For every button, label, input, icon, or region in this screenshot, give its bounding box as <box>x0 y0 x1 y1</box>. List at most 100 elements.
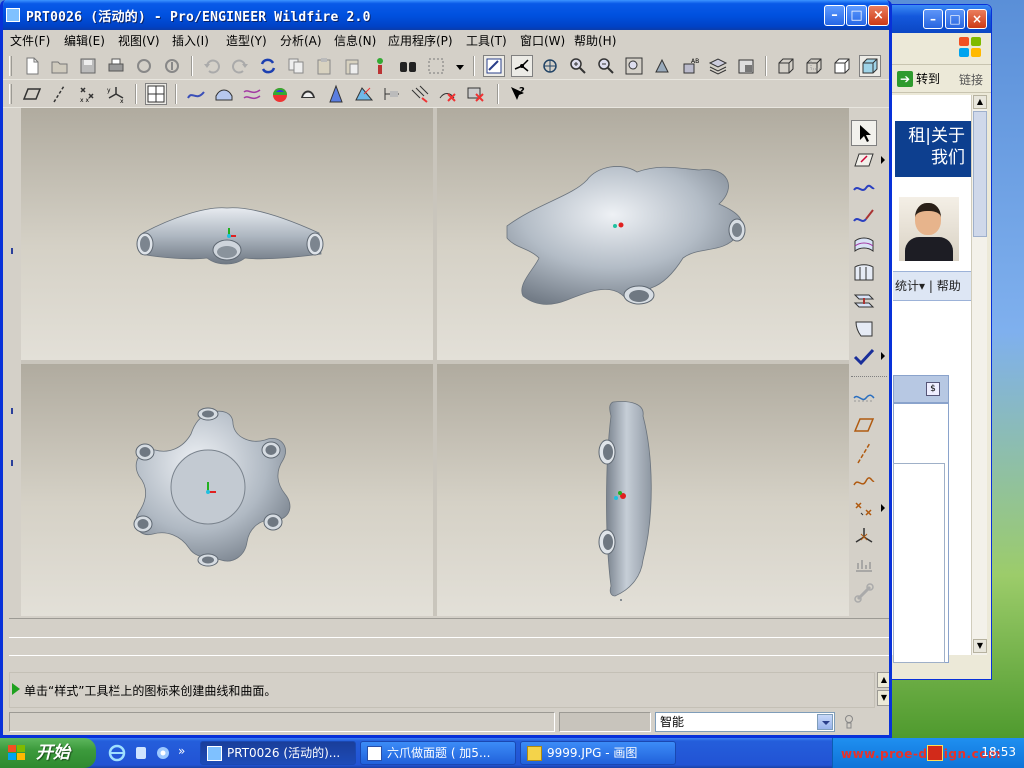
sketch-icon[interactable] <box>851 468 877 494</box>
menu-file[interactable]: 文件(F) <box>10 32 50 49</box>
select-arrow-icon[interactable] <box>851 120 877 146</box>
close-icon[interactable]: × <box>967 9 987 29</box>
link-icon[interactable] <box>851 580 877 606</box>
connect-icon[interactable] <box>851 288 877 314</box>
select-dropdown-icon[interactable] <box>449 55 464 77</box>
task-paint[interactable]: 9999.JPG - 画图 <box>520 741 676 765</box>
model-right-view[interactable] <box>437 364 849 616</box>
delete-icon[interactable] <box>437 83 459 105</box>
viewport-right[interactable] <box>437 364 849 616</box>
csys-icon[interactable] <box>851 524 877 550</box>
task-word[interactable]: 六爪做面题 ( 加5... <box>360 741 516 765</box>
print-icon[interactable] <box>105 55 127 77</box>
background-browser-window[interactable]: – □ × ➔ 转到 链接 租|关于 我们 统计▾ | 帮助 $ ▲ ▼ <box>880 4 992 680</box>
task-proe[interactable]: PRT0026 (活动的)... <box>200 741 356 765</box>
menu-edit[interactable]: 编辑(E) <box>64 32 105 49</box>
main-titlebar[interactable]: PRT0026 (活动的) - Pro/ENGINEER Wildfire 2.… <box>3 0 889 30</box>
plane-icon[interactable] <box>851 412 877 438</box>
menu-view[interactable]: 视图(V) <box>118 32 160 49</box>
no-hidden-icon[interactable] <box>831 55 853 77</box>
zoom-in-icon[interactable] <box>567 55 589 77</box>
draft-icon[interactable] <box>325 83 347 105</box>
spin-center-icon[interactable] <box>511 55 533 77</box>
paste-special-icon[interactable] <box>341 55 363 77</box>
menu-analysis[interactable]: 分析(A) <box>280 32 322 49</box>
menu-tools[interactable]: 工具(T) <box>466 32 507 49</box>
model-isometric-view[interactable] <box>437 108 849 360</box>
scroll-down-icon[interactable]: ▼ <box>877 690 889 706</box>
datum-plane-icon[interactable] <box>21 83 43 105</box>
model-player-icon[interactable] <box>369 55 391 77</box>
zoom-out-icon[interactable] <box>595 55 617 77</box>
start-button[interactable]: 开始 <box>0 738 96 768</box>
csys-icon[interactable]: yx <box>105 83 127 105</box>
whats-this-icon[interactable]: ? <box>507 83 529 105</box>
links-label[interactable]: 链接 <box>959 71 983 88</box>
media-player-icon[interactable] <box>132 744 150 762</box>
dihedral-icon[interactable] <box>409 83 431 105</box>
page-scrollbar[interactable]: ▲ ▼ <box>971 95 987 655</box>
copy-icon[interactable] <box>285 55 307 77</box>
surface-icon[interactable] <box>851 232 877 258</box>
curve-edit-icon[interactable] <box>241 83 263 105</box>
site-subnav[interactable]: 统计▾ | 帮助 <box>893 271 973 301</box>
layers-icon[interactable] <box>707 55 729 77</box>
mail-recipient-icon[interactable] <box>161 55 183 77</box>
menu-info[interactable]: 信息(N) <box>334 32 376 49</box>
tray-app-icon[interactable] <box>927 745 943 761</box>
axis-icon[interactable] <box>851 440 877 466</box>
menu-window[interactable]: 窗口(W) <box>520 32 565 49</box>
surface-edit-icon[interactable] <box>851 260 877 286</box>
viewport-top[interactable] <box>21 364 433 616</box>
clock[interactable]: 18:53 <box>981 745 1016 759</box>
reflection-icon[interactable] <box>353 83 375 105</box>
message-scrollbar[interactable]: ▲ ▼ <box>877 672 889 708</box>
background-window-titlebar[interactable]: – □ × <box>881 5 991 33</box>
wireframe-icon[interactable] <box>775 55 797 77</box>
curve-icon[interactable] <box>851 176 877 202</box>
saved-views-icon[interactable]: AB <box>679 55 701 77</box>
datum-axis-icon[interactable] <box>49 83 71 105</box>
redo-icon[interactable] <box>229 55 251 77</box>
selection-filter-select[interactable]: 智能 <box>655 712 835 732</box>
orient-mode-icon[interactable] <box>539 55 561 77</box>
trim-icon[interactable] <box>465 83 487 105</box>
datum-point-icon[interactable]: x x <box>77 83 99 105</box>
open-icon[interactable] <box>49 55 71 77</box>
color-map-icon[interactable] <box>269 83 291 105</box>
goto-button[interactable]: ➔ 转到 <box>897 70 940 87</box>
four-views-icon[interactable] <box>145 83 167 105</box>
point-icon[interactable] <box>851 496 877 522</box>
refit-icon[interactable] <box>623 55 645 77</box>
menu-insert[interactable]: 插入(I) <box>172 32 209 49</box>
ie-icon[interactable] <box>108 744 126 762</box>
panel-options-icon[interactable]: $ <box>926 382 940 396</box>
done-check-icon[interactable] <box>851 344 877 370</box>
section-icon[interactable] <box>381 83 403 105</box>
send-mail-icon[interactable] <box>133 55 155 77</box>
model-front-view[interactable] <box>21 108 433 360</box>
maximize-icon[interactable]: □ <box>945 9 965 29</box>
menu-help[interactable]: 帮助(H) <box>574 32 616 49</box>
viewport-front[interactable] <box>21 108 433 360</box>
close-icon[interactable]: × <box>868 5 889 26</box>
surface-icon[interactable] <box>213 83 235 105</box>
active-plane-icon[interactable] <box>851 148 877 174</box>
view-manager-icon[interactable] <box>735 55 757 77</box>
chevron-right-icon[interactable]: » <box>178 744 196 762</box>
regenerate-icon[interactable] <box>257 55 279 77</box>
trim-surface-icon[interactable] <box>851 316 877 342</box>
find-icon[interactable] <box>397 55 419 77</box>
redraw-icon[interactable] <box>483 55 505 77</box>
curve-edit-icon[interactable] <box>851 204 877 230</box>
banner-line-1[interactable]: 租|关于 <box>895 125 965 147</box>
chevron-down-icon[interactable] <box>817 714 833 730</box>
save-icon[interactable] <box>77 55 99 77</box>
datum-curve-icon[interactable] <box>851 384 877 410</box>
banner-line-2[interactable]: 我们 <box>895 147 965 169</box>
menu-style[interactable]: 造型(Y) <box>226 32 267 49</box>
undo-icon[interactable] <box>201 55 223 77</box>
model-top-view[interactable] <box>21 364 433 616</box>
show-desktop-icon[interactable] <box>154 744 172 762</box>
shading-icon[interactable] <box>859 55 881 77</box>
